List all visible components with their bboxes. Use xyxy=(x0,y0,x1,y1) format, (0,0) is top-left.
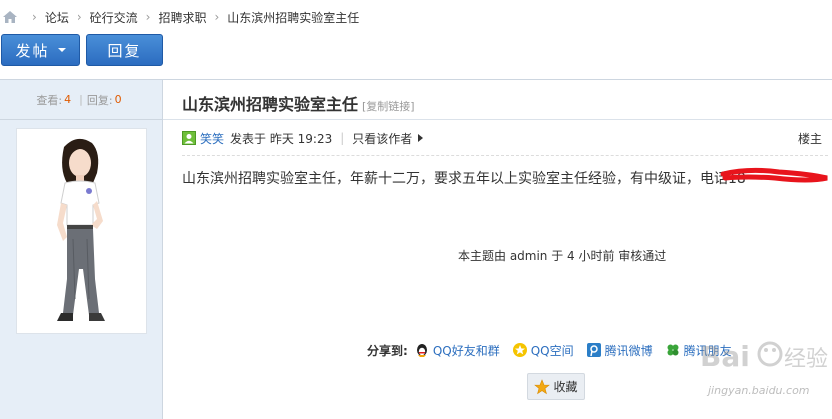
tencent-weibo-icon xyxy=(586,343,601,357)
moderation-note: 本主题由 admin 于 4 小时前 审核通过 xyxy=(458,249,667,263)
floor-label: 楼主 xyxy=(797,132,822,146)
watermark-url: jingyan.baidu.com xyxy=(708,384,810,397)
reply-label: 回复 xyxy=(107,41,142,60)
favorite-label: 收藏 xyxy=(553,380,578,394)
divider xyxy=(163,119,832,120)
breadcrumb-separator: › xyxy=(214,10,220,24)
share-tencent-weibo[interactable]: 腾讯微博 xyxy=(586,342,653,359)
meta-separator: | xyxy=(340,131,345,145)
breadcrumb-separator: › xyxy=(145,10,151,24)
share-bar: 分享到: QQ好友和群 QQ空间 腾讯微博 腾讯朋友 xyxy=(367,341,744,359)
breadcrumb: › 论坛 › 砼行交流 › 招聘求职 › 山东滨州招聘实验室主任 xyxy=(0,0,832,34)
avatar-figure xyxy=(57,138,105,321)
qzone-star-icon xyxy=(512,343,527,357)
new-post-button[interactable]: 发帖 xyxy=(1,34,80,66)
author-sidebar: 查看: 4 | 回复: 0 xyxy=(0,80,163,419)
share-qq-friends-label: QQ好友和群 xyxy=(432,343,500,358)
star-icon xyxy=(534,378,551,394)
arrow-right-icon[interactable] xyxy=(418,134,424,142)
thread-title-text: 山东滨州招聘实验室主任 xyxy=(182,95,359,114)
home-icon[interactable] xyxy=(2,10,18,24)
breadcrumb-current[interactable]: 山东滨州招聘实验室主任 xyxy=(227,9,359,26)
new-post-label: 发帖 xyxy=(15,41,50,60)
breadcrumb-item-board[interactable]: 招聘求职 xyxy=(158,9,206,26)
thread-stats: 查看: 4 | 回复: 0 xyxy=(0,80,162,120)
breadcrumb-item-section[interactable]: 砼行交流 xyxy=(90,9,138,26)
qq-penguin-icon xyxy=(416,344,427,357)
stats-separator: | xyxy=(79,93,83,106)
svg-text:Bai: Bai xyxy=(700,340,750,373)
user-icon xyxy=(182,131,196,145)
action-toolbar: 发帖 回复 xyxy=(0,34,163,72)
views-count: 4 xyxy=(64,93,72,106)
copy-link[interactable]: [复制链接] xyxy=(362,100,415,113)
avatar[interactable] xyxy=(16,128,147,334)
clover-icon xyxy=(667,344,679,356)
share-qzone[interactable]: QQ空间 xyxy=(512,342,574,359)
views-label: 查看: xyxy=(36,93,63,107)
author-name[interactable]: 笑笑 xyxy=(200,130,224,147)
favorite-button[interactable]: 收藏 xyxy=(527,373,585,400)
post-body: 山东滨州招聘实验室主任，年薪十二万，要求五年以上实验室主任经验，有中级证，电话1… xyxy=(182,171,746,187)
replies-label: 回复: xyxy=(86,93,113,107)
only-author-link[interactable]: 只看该作者 xyxy=(352,130,412,147)
divider xyxy=(182,155,828,156)
share-qq-friends[interactable]: QQ好友和群 xyxy=(414,342,500,359)
thread-title: 山东滨州招聘实验室主任 [复制链接] xyxy=(182,91,415,115)
breadcrumb-separator: › xyxy=(32,10,37,24)
chevron-down-icon[interactable] xyxy=(57,48,66,52)
share-tencent-weibo-label: 腾讯微博 xyxy=(604,343,653,358)
breadcrumb-item-forum[interactable]: 论坛 xyxy=(45,9,69,26)
share-qzone-label: QQ空间 xyxy=(530,343,574,358)
redaction-scribble xyxy=(720,167,828,183)
svg-text:经验: 经验 xyxy=(784,347,828,372)
post-time: 发表于 昨天 19:23 xyxy=(230,131,333,146)
replies-count: 0 xyxy=(114,93,122,106)
post-meta: 笑笑 发表于 昨天 19:23 | 只看该作者 xyxy=(182,130,424,147)
share-label: 分享到: xyxy=(367,343,408,358)
reply-button[interactable]: 回复 xyxy=(86,34,163,66)
breadcrumb-separator: › xyxy=(76,10,82,24)
